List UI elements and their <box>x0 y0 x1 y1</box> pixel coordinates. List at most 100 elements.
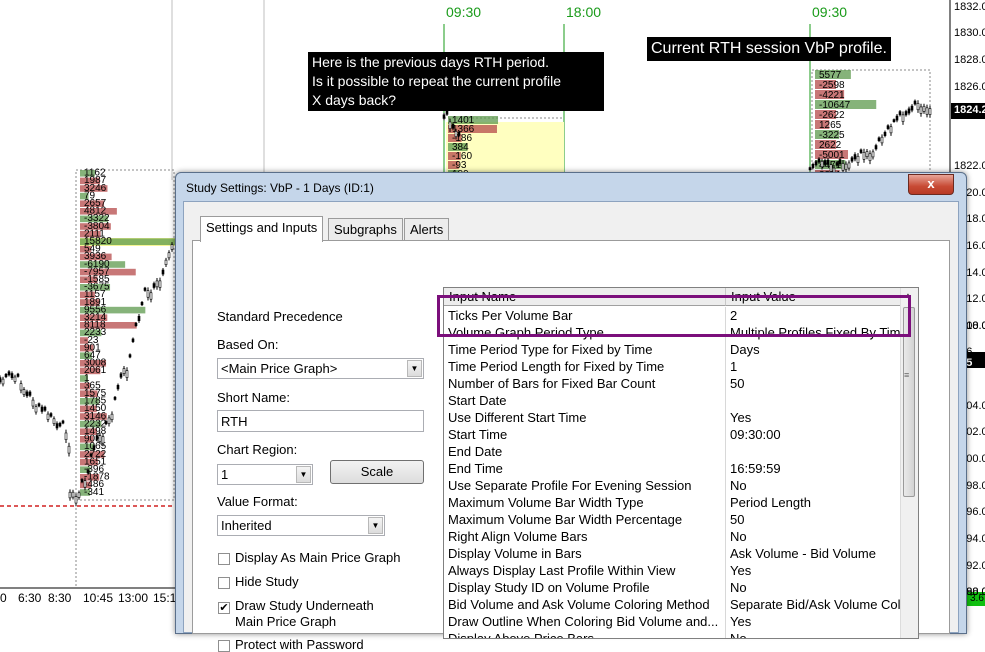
candle-body <box>814 161 818 166</box>
short-name-label: Short Name: <box>217 390 290 405</box>
candle-body <box>904 111 908 116</box>
display-as-main-checkbox[interactable] <box>218 553 230 565</box>
table-row[interactable]: Maximum Volume Bar Width Type Period Leng… <box>444 494 918 511</box>
chart-region-value: 1 <box>221 467 229 482</box>
table-row[interactable]: Always Display Last Profile Within View Y… <box>444 562 918 579</box>
candle-body <box>880 136 884 144</box>
candle-body <box>910 105 914 111</box>
candle-body <box>928 108 932 115</box>
candle-body <box>152 283 156 288</box>
input-value-cell[interactable]: No <box>730 579 915 596</box>
input-value-cell[interactable]: 50 <box>730 375 915 392</box>
candle-body <box>811 164 815 168</box>
table-row[interactable]: Time Period Type for Fixed by Time Days <box>444 341 918 358</box>
input-value-cell[interactable]: No <box>730 477 915 494</box>
candle-body <box>161 269 165 275</box>
chevron-down-icon[interactable]: ▼ <box>296 466 311 483</box>
tab-subgraphs[interactable]: Subgraphs <box>328 218 403 241</box>
chevron-down-icon[interactable]: ▼ <box>368 517 383 534</box>
scale-button[interactable]: Scale <box>330 460 424 484</box>
table-row[interactable]: Right Align Volume Bars No <box>444 528 918 545</box>
table-row[interactable]: Number of Bars for Fixed Bar Count 50 <box>444 375 918 392</box>
candle-body <box>922 105 926 112</box>
table-row[interactable]: Use Different Start Time Yes <box>444 409 918 426</box>
candle-body <box>52 418 56 424</box>
input-value-cell[interactable]: Yes <box>730 562 915 579</box>
candle-body <box>134 322 138 326</box>
column-divider <box>725 409 726 426</box>
input-name-cell: Maximum Volume Bar Width Type <box>448 495 644 510</box>
candle-body <box>895 115 899 121</box>
short-name-input[interactable]: RTH <box>217 410 424 432</box>
candle-body <box>859 149 863 153</box>
candle-body <box>823 160 827 165</box>
input-value-cell[interactable]: No <box>730 528 915 545</box>
table-row[interactable]: Start Time 09:30:00 <box>444 426 918 443</box>
value-format-select[interactable]: Inherited ▼ <box>217 515 385 536</box>
tab-settings-and-inputs[interactable]: Settings and Inputs <box>200 216 324 242</box>
dialog-titlebar[interactable]: Study Settings: VbP - 1 Days (ID:1) x <box>176 173 966 201</box>
input-name-cell: Display Above Price Bars <box>448 631 594 639</box>
session-label: 09:30 <box>446 4 482 20</box>
candle-body <box>137 315 141 322</box>
input-value-cell[interactable]: Yes <box>730 409 915 426</box>
table-row[interactable]: Bid Volume and Ask Volume Coloring Metho… <box>444 596 918 613</box>
candle-body <box>16 373 20 377</box>
input-value-cell[interactable]: Period Length <box>730 494 915 511</box>
draw-underneath-label: Draw Study Underneath <box>235 598 374 613</box>
protect-password-checkbox[interactable] <box>218 640 230 652</box>
tab-alerts[interactable]: Alerts <box>404 218 450 241</box>
input-value-cell[interactable]: 09:30:00 <box>730 426 915 443</box>
candle-body <box>107 417 111 424</box>
input-name-cell: Use Separate Profile For Evening Session <box>448 478 692 493</box>
candle-body <box>829 164 833 172</box>
candle-body <box>850 157 854 162</box>
input-name-cell: End Date <box>448 444 503 459</box>
input-value-cell[interactable]: Ask Volume - Bid Volume <box>730 545 915 562</box>
table-row[interactable]: Use Separate Profile For Evening Session… <box>444 477 918 494</box>
column-divider <box>725 562 726 579</box>
input-value-cell[interactable]: 1 <box>730 358 915 375</box>
draw-underneath-checkbox[interactable]: ✔ <box>218 602 230 614</box>
table-row[interactable]: Maximum Volume Bar Width Percentage 50 <box>444 511 918 528</box>
input-value-cell[interactable]: 16:59:59 <box>730 460 915 477</box>
table-row[interactable]: Start Date <box>444 392 918 409</box>
time-tick: 10:45 <box>83 591 114 605</box>
candle-body <box>817 158 821 163</box>
close-button[interactable]: x <box>908 174 954 195</box>
candle-body <box>28 391 32 396</box>
candle-body <box>808 167 812 171</box>
input-name-cell: Number of Bars for Fixed Bar Count <box>448 376 656 391</box>
annotation-line: Here is the previous days RTH period. <box>312 54 550 70</box>
inputs-grid[interactable]: Input Name Input Value Ticks Per Volume … <box>443 287 919 639</box>
based-on-select[interactable]: <Main Price Graph> ▼ <box>217 358 424 379</box>
chart-region-select[interactable]: 1 ▼ <box>217 464 313 485</box>
table-row[interactable]: Time Period Length for Fixed by Time 1 <box>444 358 918 375</box>
volume-label: -341 <box>84 487 104 498</box>
table-row[interactable]: End Time 16:59:59 <box>444 460 918 477</box>
study-settings-dialog[interactable]: Study Settings: VbP - 1 Days (ID:1) x Se… <box>175 172 967 652</box>
input-value-cell[interactable]: No <box>730 630 915 638</box>
input-value-cell[interactable]: 50 <box>730 511 915 528</box>
candle-body <box>110 413 114 420</box>
table-row[interactable]: Display Volume in Bars Ask Volume - Bid V… <box>444 545 918 562</box>
price-tick: 1830.00 <box>954 27 985 39</box>
precedence-label: Standard Precedence <box>217 309 343 324</box>
candle-body <box>853 154 857 160</box>
chevron-down-icon[interactable]: ▼ <box>407 360 422 377</box>
table-row[interactable]: Display Study ID on Volume Profile No <box>444 579 918 596</box>
candle-body <box>61 420 65 424</box>
candle-body <box>457 131 461 136</box>
candle-body <box>10 373 14 379</box>
vertical-scrollbar[interactable]: ▲ ≡ <box>900 288 918 638</box>
candle-body <box>170 244 174 250</box>
table-row[interactable]: Display Above Price Bars No <box>444 630 918 639</box>
column-divider <box>725 579 726 596</box>
table-row[interactable]: End Date <box>444 443 918 460</box>
candle-body <box>37 403 41 407</box>
hide-study-checkbox[interactable] <box>218 577 230 589</box>
column-divider <box>725 545 726 562</box>
input-value-cell[interactable]: Days <box>730 341 915 358</box>
candle-body <box>89 453 93 457</box>
input-value-cell[interactable]: Separate Bid/Ask Volume Col.. <box>730 596 915 613</box>
